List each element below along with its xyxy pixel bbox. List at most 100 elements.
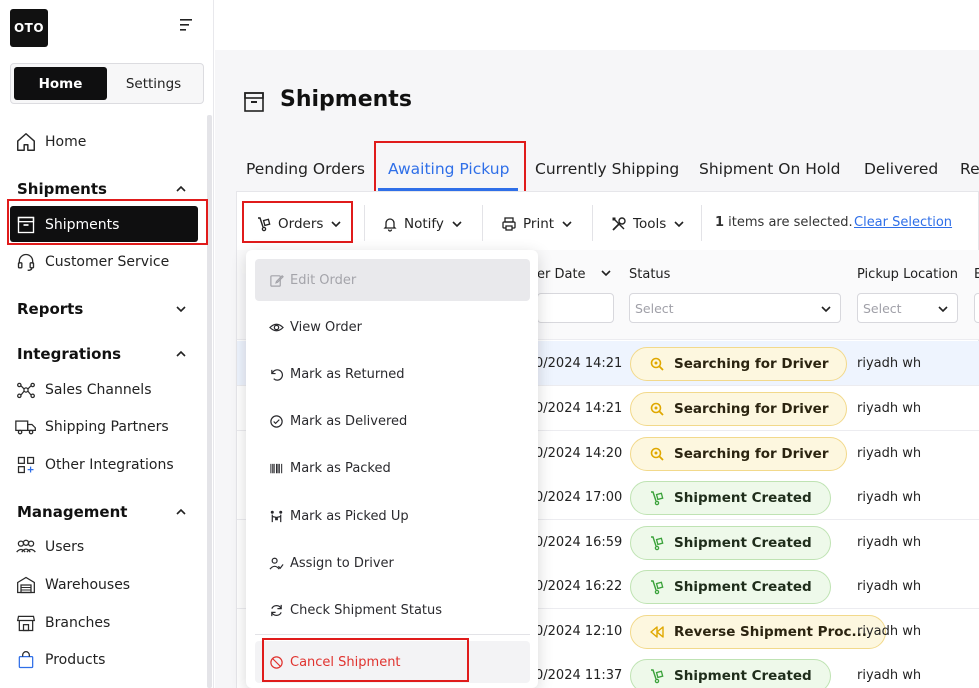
status-filter-select[interactable]: Select xyxy=(629,293,841,323)
status-badge: Searching for Driver xyxy=(630,392,848,426)
tab-returns[interactable]: Re xyxy=(960,160,979,178)
column-header-order-date[interactable]: er Date xyxy=(537,267,612,282)
menu-item-mark-returned[interactable]: Mark as Returned xyxy=(255,353,530,395)
grid-plus-icon xyxy=(14,453,38,477)
eye-icon xyxy=(269,323,284,331)
notify-button[interactable]: Notify xyxy=(382,213,463,235)
order-date-cell: 0/2024 11:37 xyxy=(535,668,623,683)
highlight-box-shipments xyxy=(7,199,208,245)
sidebar-item-label: Customer Service xyxy=(45,254,170,270)
segment-home[interactable]: Home xyxy=(14,67,107,100)
bell-icon xyxy=(383,218,397,232)
top-bar xyxy=(215,0,979,50)
sidebar-item-label: Users xyxy=(45,539,85,555)
sidebar-item-products[interactable]: Products xyxy=(14,645,105,675)
menu-item-edit-order[interactable]: Edit Order xyxy=(255,259,530,301)
sidebar-item-warehouses[interactable]: Warehouses xyxy=(14,570,130,600)
tab-pending-orders[interactable]: Pending Orders xyxy=(246,160,365,178)
store-icon xyxy=(14,611,38,635)
status-label: Searching for Driver xyxy=(674,446,829,462)
menu-item-label: Mark as Delivered xyxy=(290,413,408,429)
app-logo[interactable]: OTO xyxy=(10,9,48,47)
app-window: OTO Home Settings Home Shipments Shipmen… xyxy=(0,0,979,688)
section-integrations[interactable]: Integrations xyxy=(17,345,187,363)
tab-currently-shipping[interactable]: Currently Shipping xyxy=(535,160,679,178)
sidebar-item-users[interactable]: Users xyxy=(14,532,84,562)
highlight-box-cancel-shipment xyxy=(262,638,469,682)
status-label: Searching for Driver xyxy=(674,401,829,417)
section-reports[interactable]: Reports xyxy=(17,300,187,318)
segment-settings[interactable]: Settings xyxy=(107,67,200,100)
sidebar-item-label: Other Integrations xyxy=(45,457,174,473)
selection-status: 1 items are selected. xyxy=(715,215,853,230)
menu-item-label: Check Shipment Status xyxy=(290,602,443,618)
section-label: Management xyxy=(17,503,128,521)
menu-collapse-icon[interactable] xyxy=(178,18,194,32)
sidebar-item-customer-service[interactable]: Customer Service xyxy=(14,247,169,277)
toolbar-divider xyxy=(482,205,483,241)
rewind-icon xyxy=(650,626,664,638)
menu-item-assign-driver[interactable]: Assign to Driver xyxy=(255,542,530,584)
status-badge: Shipment Created xyxy=(630,481,831,515)
home-icon xyxy=(14,130,38,154)
column-header-pickup-location[interactable]: Pickup Location xyxy=(857,267,958,282)
sidebar-item-shipping-partners[interactable]: Shipping Partners xyxy=(14,412,169,442)
tab-shipment-on-hold[interactable]: Shipment On Hold xyxy=(699,160,841,178)
order-date-cell: 0/2024 12:10 xyxy=(535,624,623,639)
home-settings-toggle: Home Settings xyxy=(10,63,204,104)
printer-icon xyxy=(502,217,516,231)
pickup-location-cell: riyadh wh xyxy=(857,668,922,683)
menu-item-label: View Order xyxy=(290,319,362,335)
status-badge: Searching for Driver xyxy=(630,437,848,471)
menu-item-label: Assign to Driver xyxy=(290,555,394,571)
print-button[interactable]: Print xyxy=(501,213,573,235)
sidebar-item-branches[interactable]: Branches xyxy=(14,608,110,638)
clear-selection-link[interactable]: Clear Selection xyxy=(854,215,952,230)
hand-truck-icon xyxy=(651,536,664,551)
column-header-next[interactable]: E xyxy=(974,267,979,282)
column-header-status[interactable]: Status xyxy=(629,267,670,282)
warehouse-icon xyxy=(14,573,38,597)
refresh-icon xyxy=(271,604,282,616)
order-date-cell: 0/2024 16:22 xyxy=(535,579,623,594)
tools-button[interactable]: Tools xyxy=(611,213,685,235)
chevron-up-icon xyxy=(176,350,186,357)
sidebar-item-home[interactable]: Home xyxy=(14,127,86,157)
status-label: Shipment Created xyxy=(674,490,812,506)
pickup-filter-select[interactable]: Select xyxy=(857,293,958,323)
highlight-box-awaiting-pickup xyxy=(374,141,526,194)
order-date-cell: 0/2024 14:21 xyxy=(535,401,623,416)
network-nodes-icon xyxy=(14,378,38,402)
sidebar-item-sales-channels[interactable]: Sales Channels xyxy=(14,375,151,405)
pickup-location-cell: riyadh wh xyxy=(857,490,922,505)
tools-label: Tools xyxy=(633,216,667,232)
chevron-down-icon xyxy=(452,221,462,228)
order-date-cell: 0/2024 14:20 xyxy=(535,446,623,461)
sort-chevron-icon xyxy=(601,270,611,277)
sidebar-item-label: Sales Channels xyxy=(45,382,152,398)
menu-item-mark-packed[interactable]: Mark as Packed xyxy=(255,447,530,489)
status-label: Shipment Created xyxy=(674,668,812,684)
menu-item-label: Mark as Picked Up xyxy=(290,508,409,524)
selected-suffix: items are selected. xyxy=(724,215,853,230)
menu-item-view-order[interactable]: View Order xyxy=(255,306,530,348)
hand-truck-icon xyxy=(651,669,664,684)
menu-item-mark-delivered[interactable]: Mark as Delivered xyxy=(255,400,530,442)
next-filter-select[interactable] xyxy=(974,293,979,323)
edit-icon xyxy=(270,274,284,287)
menu-item-mark-picked-up[interactable]: Mark as Picked Up xyxy=(255,495,530,537)
sidebar-item-other-integrations[interactable]: Other Integrations xyxy=(14,450,174,480)
products-bag-icon xyxy=(14,648,38,672)
user-assign-icon xyxy=(269,557,284,570)
notify-label: Notify xyxy=(404,216,444,232)
chevron-down-icon xyxy=(938,306,948,313)
section-shipments[interactable]: Shipments xyxy=(17,180,187,198)
date-filter-input[interactable] xyxy=(537,293,614,323)
tab-delivered[interactable]: Delivered xyxy=(864,160,938,178)
pickup-location-cell: riyadh wh xyxy=(857,446,922,461)
order-date-cell: 0/2024 14:21 xyxy=(535,356,623,371)
menu-item-check-status[interactable]: Check Shipment Status xyxy=(255,589,530,631)
section-management[interactable]: Management xyxy=(17,503,187,521)
people-handoff-icon xyxy=(270,510,283,522)
status-badge: Searching for Driver xyxy=(630,347,848,381)
